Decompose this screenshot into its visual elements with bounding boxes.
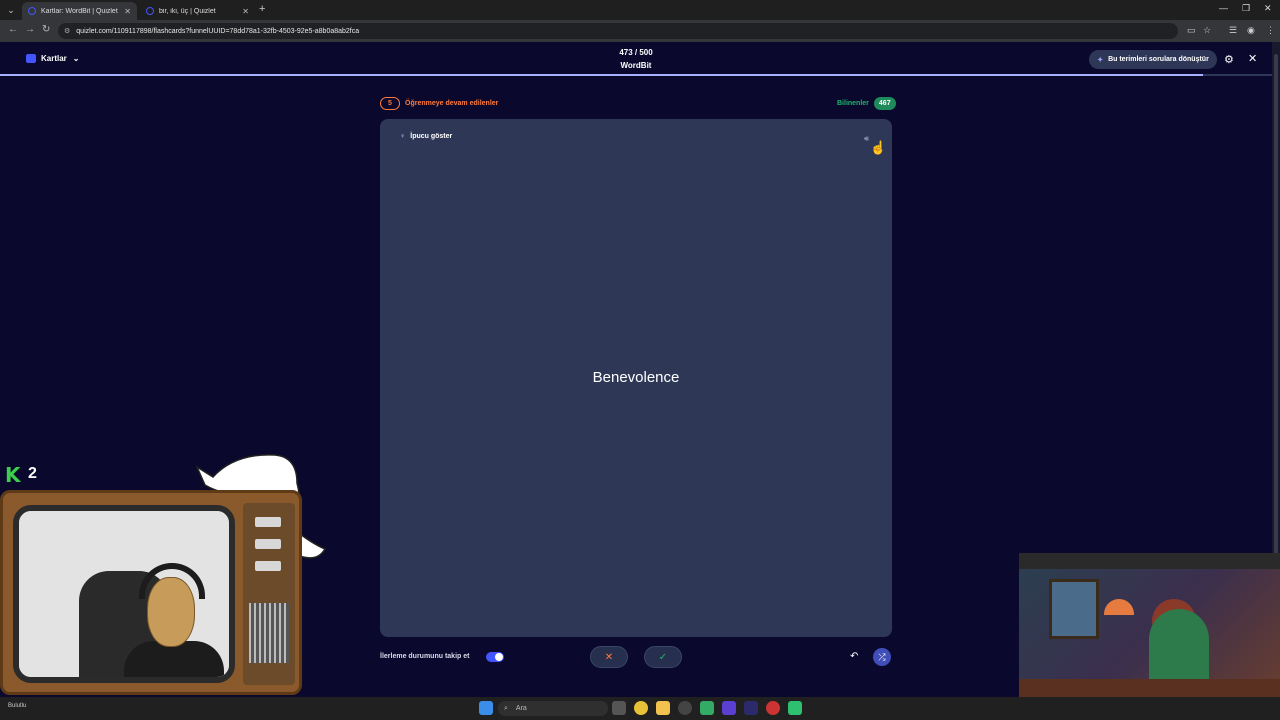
progress-count: 473 / 500 [619, 48, 653, 57]
reload-icon[interactable]: ↻ [42, 24, 50, 35]
tv-knob [255, 539, 281, 549]
browser-tab-bar: ⌄ Kartlar: WordBit | Quizlet ✕ bir, iki,… [0, 0, 1280, 20]
preview-topbar [1019, 553, 1280, 569]
tv-knob [255, 517, 281, 527]
progress-bar-fill [0, 74, 1204, 76]
track-progress-toggle[interactable] [486, 652, 504, 662]
quizlet-favicon-icon [146, 7, 154, 15]
menu-icon[interactable]: ⋮ [1266, 25, 1275, 36]
still-learning-count: 5 [380, 97, 400, 110]
tab-list-icon[interactable]: ⌄ [4, 3, 18, 17]
still-learning-counter: 5 Öğrenmeye devam edilenler [380, 97, 498, 110]
close-icon[interactable]: ✕ [1248, 52, 1257, 65]
overlay-counter: 2 [28, 465, 37, 482]
search-icon: ⌕ [504, 704, 508, 712]
url-input[interactable]: ⚙ quizlet.com/1109117898/flashcards?funn… [58, 23, 1178, 39]
know-button[interactable]: ✓ [644, 646, 682, 668]
flashcard[interactable]: ♀ İpucu göster 🔊︎ Benevolence [380, 119, 892, 637]
browser-tab[interactable]: bir, iki, üç | Quizlet ✕ [140, 2, 255, 20]
hockey-mask-icon [147, 577, 195, 647]
back-icon[interactable]: ← [8, 24, 18, 35]
gear-icon[interactable]: ⚙ [1224, 53, 1234, 66]
webcam-person-body [124, 641, 224, 677]
hint-label: İpucu göster [410, 133, 453, 140]
minimize-icon[interactable]: — [1219, 3, 1228, 13]
check-icon: ✓ [658, 651, 668, 663]
tab-title: Kartlar: WordBit | Quizlet [41, 7, 118, 15]
shuffle-button[interactable]: ⤮ [873, 648, 891, 666]
windows-taskbar: Bulutlu ⌕ Ara [0, 697, 1280, 720]
obs-icon[interactable] [678, 701, 692, 715]
x-icon: ✕ [604, 651, 614, 663]
convert-label: Bu terimleri sorulara dönüştür [1108, 56, 1209, 63]
taskbar-search[interactable]: ⌕ Ara [498, 701, 608, 716]
webcam-tv-frame [0, 490, 302, 695]
star-icon[interactable]: ☆ [1203, 25, 1211, 36]
window-close-icon[interactable]: ✕ [1264, 3, 1272, 14]
toggle-knob [495, 653, 503, 661]
card-term: Benevolence [592, 369, 680, 386]
app-icon[interactable] [700, 701, 714, 715]
lofi-scene [1019, 569, 1280, 704]
still-learning-button[interactable]: ✕ [590, 646, 628, 668]
app-icon[interactable] [788, 701, 802, 715]
premiere-icon[interactable] [744, 701, 758, 715]
app-icon[interactable] [766, 701, 780, 715]
known-count: 467 [873, 97, 896, 110]
install-icon[interactable]: ▭ [1187, 25, 1196, 36]
track-progress-label: İlerleme durumunu takip et [380, 653, 470, 660]
music-stream-preview [1019, 553, 1280, 720]
new-tab-icon[interactable]: + [259, 3, 265, 15]
windows-start-icon[interactable] [479, 701, 493, 715]
tab-close-icon[interactable]: ✕ [124, 7, 131, 16]
hand-cursor-icon: ☝ [870, 140, 887, 155]
audio-icon[interactable]: 🔊︎ [864, 134, 869, 144]
task-view-icon[interactable] [612, 701, 626, 715]
known-label: Bilinenler [837, 100, 869, 107]
scene-lamp [1104, 599, 1134, 615]
weather-widget[interactable]: Bulutlu [8, 703, 26, 709]
file-explorer-icon[interactable] [656, 701, 670, 715]
tv-control-panel [243, 503, 295, 685]
undo-icon[interactable]: ↶ [850, 651, 858, 662]
address-bar-row: ← → ↻ ⚙ quizlet.com/1109117898/flashcard… [0, 20, 1280, 42]
url-text: quizlet.com/1109117898/flashcards?funnel… [76, 27, 360, 35]
flashcards-header: Kartlar ⌄ 473 / 500 WordBit ✦ Bu terimle… [0, 42, 1272, 76]
tv-knob [255, 561, 281, 571]
sparkle-icon: ✦ [1097, 56, 1104, 64]
kick-logo-icon: K [5, 463, 21, 487]
site-info-icon[interactable]: ⚙ [64, 27, 70, 35]
convert-to-questions-button[interactable]: ✦ Bu terimleri sorulara dönüştür [1089, 50, 1217, 69]
taskbar-search-label: Ara [515, 705, 527, 712]
browser-tab-active[interactable]: Kartlar: WordBit | Quizlet ✕ [22, 2, 137, 20]
tab-close-icon[interactable]: ✕ [242, 7, 249, 16]
tv-speaker-grille [249, 603, 289, 663]
restore-icon[interactable]: ❐ [1242, 3, 1250, 14]
app-icon[interactable] [722, 701, 736, 715]
progress-bar [0, 74, 1272, 76]
sidepanel-icon[interactable]: ☰ [1229, 25, 1237, 36]
still-learning-label: Öğrenmeye devam edilenler [405, 100, 499, 107]
quizlet-favicon-icon [28, 7, 36, 15]
show-hint-button[interactable]: ♀ İpucu göster [400, 133, 452, 140]
scene-window [1049, 579, 1099, 639]
webcam-feed [13, 505, 235, 683]
set-title: WordBit [620, 61, 652, 70]
profile-icon[interactable]: ◉ [1247, 25, 1255, 36]
bulb-icon: ♀ [400, 133, 406, 140]
shuffle-icon: ⤮ [878, 651, 886, 662]
chrome-icon[interactable] [634, 701, 648, 715]
forward-icon[interactable]: → [25, 24, 35, 35]
tab-title: bir, iki, üç | Quizlet [159, 7, 216, 15]
known-counter: Bilinenler 467 [837, 97, 896, 110]
